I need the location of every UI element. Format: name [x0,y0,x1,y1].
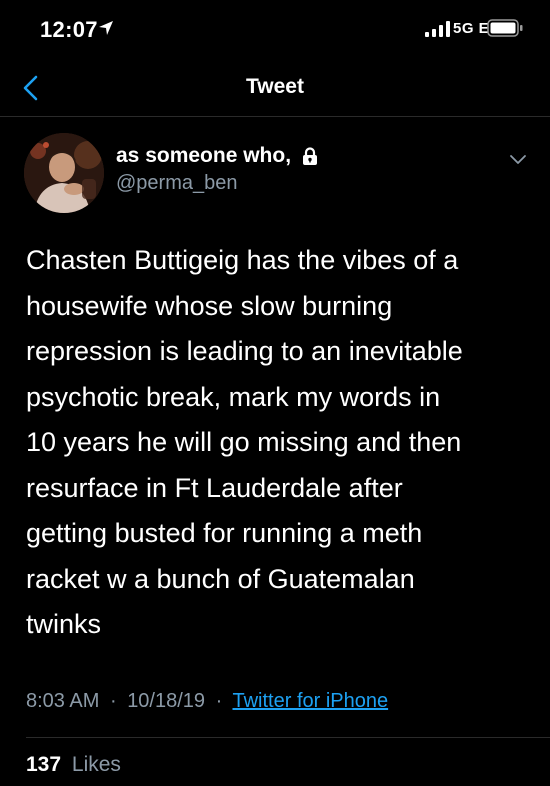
tweet-text-line: racket w a bunch of Guatemalan [26,563,415,594]
tweet-source-link[interactable]: Twitter for iPhone [232,690,388,712]
status-bar: 12:07 5G E [0,0,550,60]
avatar-image [24,133,104,213]
tweet-text: Chasten Buttigeig has the vibes of a hou… [26,238,536,648]
chevron-down-icon[interactable] [509,152,527,166]
meta-separator: · [109,690,117,712]
tweet-date: 10/18/19 [127,690,206,712]
battery-icon [487,19,523,37]
divider [26,737,550,738]
network-indicator: 5G E [453,20,490,37]
navigation-bar: Tweet [0,60,550,117]
author-handle[interactable]: @perma_ben [116,172,237,195]
lock-icon [303,147,318,165]
page-title: Tweet [246,75,304,98]
location-arrow-icon [99,21,113,35]
tweet-text-line: 10 years he will go missing and then [26,427,462,457]
status-time: 12:07 [40,17,98,42]
tweet-text-line: resurface in Ft Lauderdale after [26,472,403,503]
tweet-text-line: Chasten Buttigeig has the vibes of a [26,245,459,275]
avatar[interactable] [24,133,104,213]
tweet-text-line: psychotic break, mark my words in [26,381,441,412]
tweet-meta: 8:03 AM · 10/18/19 · Twitter for iPhone [26,690,388,713]
tweet-text-line: getting busted for running a meth [26,518,423,548]
likes-label: Likes [71,753,121,776]
author-name-row[interactable]: as someone who, [116,144,320,168]
display-name[interactable]: as someone who, [116,144,291,168]
tweet-text-line: repression is leading to an inevitable [26,336,463,366]
likes-stat[interactable]: 137 Likes [26,753,121,777]
tweet-text-line: housewife whose slow burning [26,290,393,321]
meta-separator: · [215,690,223,712]
tweet-time: 8:03 AM [26,690,100,712]
cellular-signal-icon [425,21,450,37]
likes-count: 137 [26,753,62,776]
tweet-text-line: twinks [26,609,102,639]
